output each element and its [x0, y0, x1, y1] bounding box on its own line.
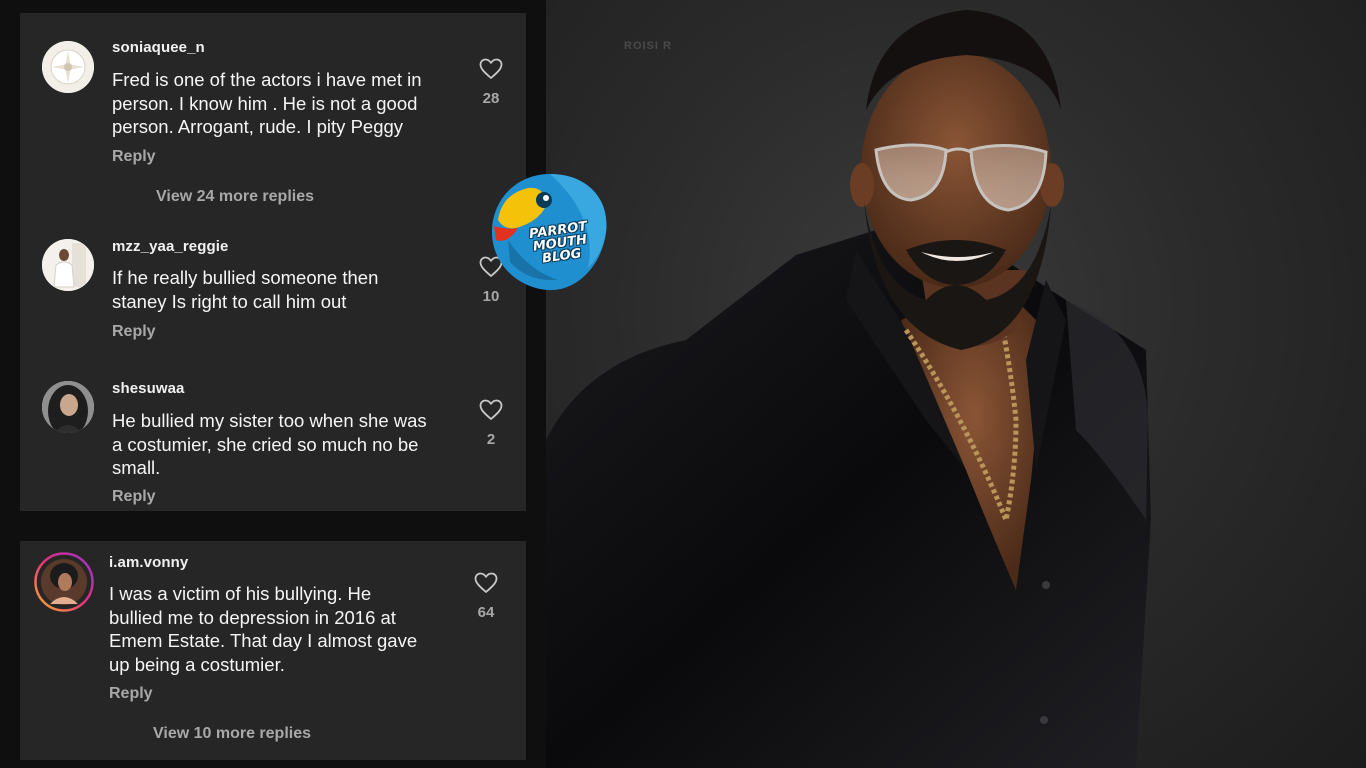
avatar[interactable]: [42, 41, 94, 93]
like-count: 64: [477, 604, 495, 621]
comment-username[interactable]: mzz_yaa_reggie: [112, 238, 228, 255]
avatar-image: [42, 239, 94, 291]
reply-button[interactable]: Reply: [112, 488, 156, 506]
parrot-mouth-blog-logo: PARROT MOUTH BLOG: [488, 170, 612, 294]
comments-panel-top: soniaquee_n Fred is one of the actors i …: [20, 13, 526, 511]
reply-button[interactable]: Reply: [112, 323, 156, 341]
view-more-replies-button[interactable]: View 24 more replies: [156, 188, 314, 206]
heart-icon[interactable]: [479, 399, 503, 421]
comment-item: mzz_yaa_reggie If he really bullied some…: [20, 213, 526, 363]
screenshot-stage: soniaquee_n Fred is one of the actors i …: [0, 0, 1366, 768]
like-count: 28: [482, 90, 500, 107]
reply-button[interactable]: Reply: [112, 148, 156, 166]
comment-item: i.am.vonny I was a victim of his bullyin…: [20, 541, 526, 760]
photo-watermark: ROISI R: [624, 40, 672, 52]
avatar[interactable]: [42, 239, 94, 291]
comment-item: shesuwaa He bullied my sister too when s…: [20, 363, 526, 511]
avatar[interactable]: [34, 552, 94, 612]
comment-text: Fred is one of the actors i have met in …: [112, 69, 422, 137]
heart-icon[interactable]: [474, 572, 498, 594]
avatar[interactable]: [42, 381, 94, 433]
reply-button[interactable]: Reply: [109, 685, 153, 703]
comment-text: I was a victim of his bullying. He bulli…: [109, 583, 418, 675]
like-count: 2: [486, 431, 496, 448]
comment-username[interactable]: soniaquee_n: [112, 39, 205, 56]
view-more-replies-button[interactable]: View 10 more replies: [153, 725, 311, 743]
avatar-image: [42, 41, 94, 93]
portrait-photo: ROISI R: [546, 0, 1366, 768]
portrait-illustration: [546, 10, 1151, 768]
heart-icon[interactable]: [479, 58, 503, 80]
comment-username[interactable]: i.am.vonny: [109, 554, 188, 571]
avatar-image: [42, 381, 94, 433]
comment-text: He bullied my sister too when she was a …: [112, 410, 427, 478]
avatar-image-story-ring: [34, 552, 94, 612]
comment-username[interactable]: shesuwaa: [112, 380, 185, 397]
comment-item: soniaquee_n Fred is one of the actors i …: [20, 13, 526, 213]
comment-text: If he really bullied someone then staney…: [112, 267, 379, 312]
comments-panel-bottom: i.am.vonny I was a victim of his bullyin…: [20, 541, 526, 760]
